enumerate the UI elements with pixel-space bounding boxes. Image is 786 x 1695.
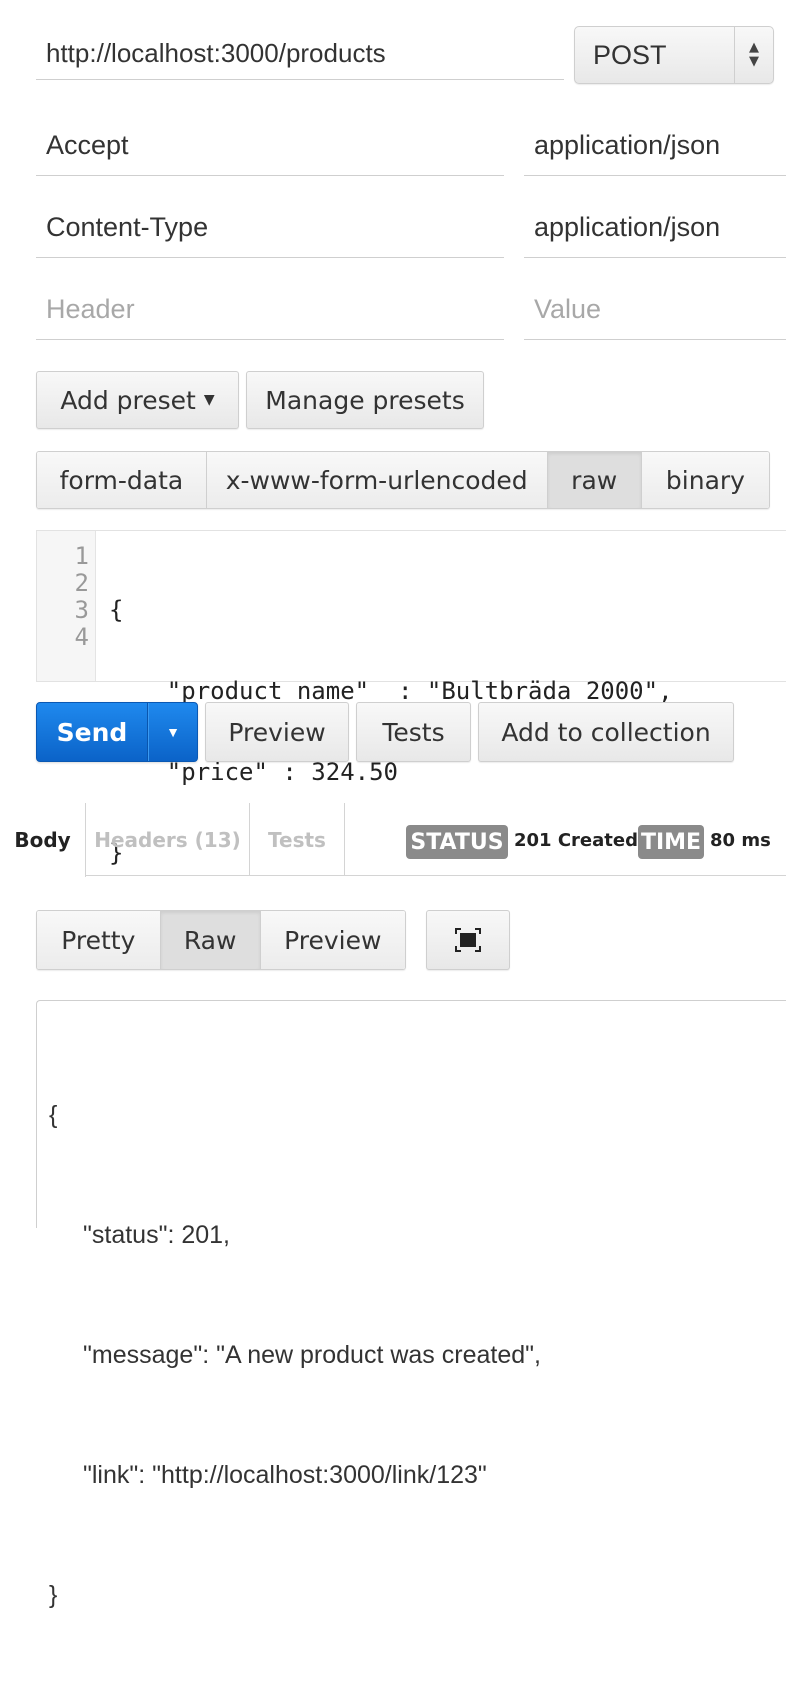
caret-down-icon: ▼ bbox=[203, 392, 215, 408]
code-line: "price" : 324.50 bbox=[109, 758, 398, 786]
response-line: "status": 201, bbox=[83, 1221, 230, 1249]
header-key-text: Accept bbox=[46, 130, 129, 160]
status-badge-label: STATUS bbox=[410, 829, 504, 855]
status-value: 201 Created bbox=[514, 830, 638, 851]
url-text: http://localhost:3000/products bbox=[46, 38, 386, 68]
time-value: 80 ms bbox=[710, 830, 771, 851]
tab-headers[interactable]: Headers (13) bbox=[86, 803, 250, 876]
manage-presets-label: Manage presets bbox=[265, 385, 465, 415]
method-select[interactable]: POST ▲ ▼ bbox=[574, 26, 774, 84]
body-type-form-data[interactable]: form-data bbox=[37, 452, 207, 508]
url-input[interactable]: http://localhost:3000/products bbox=[36, 28, 564, 80]
tab-headers-label: Headers (13) bbox=[94, 827, 241, 852]
add-to-collection-button[interactable]: Add to collection bbox=[478, 702, 734, 762]
view-mode-pretty[interactable]: Pretty bbox=[37, 911, 161, 969]
request-body-editor[interactable]: 1 2 3 4 { "product_name" : "Bultbräda 20… bbox=[36, 530, 786, 867]
header-value-text: application/json bbox=[534, 130, 721, 160]
line-number: 2 bbox=[74, 569, 89, 597]
tab-tests[interactable]: Tests bbox=[250, 803, 345, 876]
add-preset-button[interactable]: Add preset ▼ bbox=[36, 371, 239, 429]
status-badge: STATUS bbox=[406, 825, 508, 859]
send-label: Send bbox=[56, 717, 128, 747]
line-numbers: 1 2 3 4 bbox=[37, 543, 89, 651]
response-line: "message": "A new product was created", bbox=[83, 1341, 541, 1369]
tests-label: Tests bbox=[382, 717, 445, 747]
response-body-panel: { "status": 201, "message": "A new produ… bbox=[36, 1000, 786, 1609]
response-body-text: { "status": 201, "message": "A new produ… bbox=[49, 1015, 541, 1695]
header-value-text: application/json bbox=[534, 212, 721, 242]
line-number: 3 bbox=[74, 596, 89, 624]
value-placeholder: Value bbox=[534, 294, 602, 324]
body-type-tabs: form-data x-www-form-urlencoded raw bina… bbox=[36, 451, 770, 509]
time-badge-label: TIME bbox=[640, 829, 702, 855]
header-key-text: Content-Type bbox=[46, 212, 209, 242]
tab-body[interactable]: Body bbox=[0, 803, 86, 877]
preview-label: Preview bbox=[228, 717, 326, 747]
tab-tests-label: Tests bbox=[268, 827, 326, 852]
time-badge: TIME bbox=[638, 825, 704, 859]
response-line: "link": "http://localhost:3000/link/123" bbox=[83, 1461, 487, 1489]
add-preset-label: Add preset bbox=[60, 385, 196, 415]
method-label: POST bbox=[593, 39, 667, 70]
code-line: { bbox=[109, 596, 124, 624]
code-line: "product_name" : "Bultbräda 2000", bbox=[109, 677, 673, 705]
body-type-urlencoded[interactable]: x-www-form-urlencoded bbox=[206, 452, 548, 508]
header-placeholder: Header bbox=[46, 294, 135, 324]
fullscreen-icon bbox=[455, 928, 481, 952]
new-header-value-input[interactable]: Value bbox=[524, 280, 786, 340]
header-value-field[interactable]: application/json bbox=[524, 116, 786, 176]
header-key-field[interactable]: Content-Type bbox=[36, 198, 504, 258]
line-number: 1 bbox=[74, 542, 89, 570]
send-split-button: Send ▼ bbox=[36, 702, 198, 762]
body-type-raw[interactable]: raw bbox=[547, 452, 642, 508]
view-mode-raw[interactable]: Raw bbox=[160, 911, 261, 969]
manage-presets-button[interactable]: Manage presets bbox=[246, 371, 484, 429]
tests-button[interactable]: Tests bbox=[356, 702, 471, 762]
fullscreen-button[interactable] bbox=[426, 910, 510, 970]
add-to-collection-label: Add to collection bbox=[501, 717, 711, 747]
view-mode-preview[interactable]: Preview bbox=[260, 911, 405, 969]
line-number: 4 bbox=[74, 623, 89, 651]
send-options-caret-icon[interactable]: ▼ bbox=[148, 703, 197, 761]
view-mode-tabs: Pretty Raw Preview bbox=[36, 910, 406, 970]
send-button[interactable]: Send bbox=[37, 703, 148, 761]
tab-body-label: Body bbox=[14, 828, 71, 852]
new-header-key-input[interactable]: Header bbox=[36, 280, 504, 340]
header-key-field[interactable]: Accept bbox=[36, 116, 504, 176]
body-type-binary[interactable]: binary bbox=[641, 452, 769, 508]
header-value-field[interactable]: application/json bbox=[524, 198, 786, 258]
select-arrows-icon: ▲ ▼ bbox=[734, 27, 773, 83]
response-line: { bbox=[49, 1101, 58, 1129]
preview-button[interactable]: Preview bbox=[205, 702, 349, 762]
response-line: } bbox=[49, 1581, 58, 1609]
